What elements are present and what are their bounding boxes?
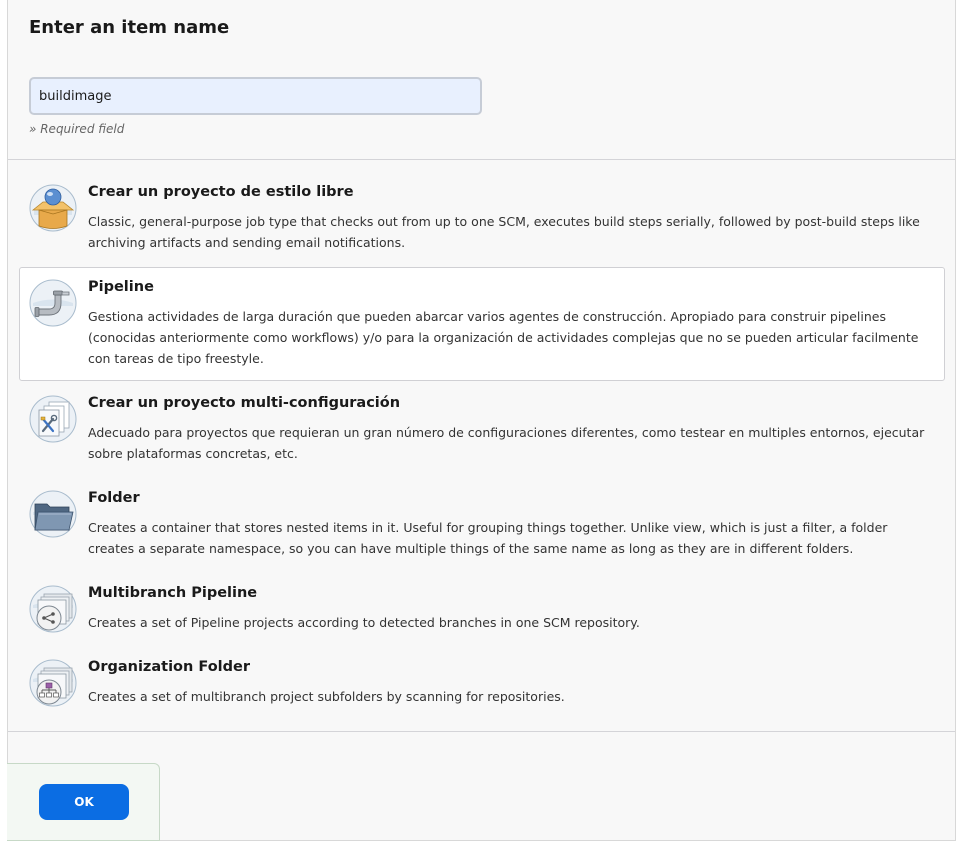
ok-button[interactable]: OK (39, 784, 129, 820)
multibranch-icon (29, 585, 77, 633)
new-item-panel: Enter an item name » Required field Crea… (7, 0, 956, 841)
item-type-organization-folder[interactable]: Organization Folder Creates a set of mul… (19, 647, 945, 717)
organization-folder-icon (29, 659, 77, 707)
footer-divider (8, 731, 955, 732)
pipe-icon (29, 279, 77, 327)
folder-icon (29, 490, 77, 538)
item-type-pipeline[interactable]: Pipeline Gestiona actividades de larga d… (19, 267, 945, 381)
required-field-hint: » Required field (29, 122, 125, 136)
freestyle-box-icon (29, 184, 77, 232)
item-type-description: Classic, general-purpose job type that c… (88, 214, 920, 250)
item-type-description: Gestiona actividades de larga duración q… (88, 309, 919, 366)
item-type-name: Pipeline (88, 279, 154, 295)
item-type-description: Creates a set of multibranch project sub… (88, 689, 565, 704)
multi-config-icon (29, 395, 77, 443)
item-type-freestyle[interactable]: Crear un proyecto de estilo libre Classi… (19, 172, 945, 262)
item-type-name: Crear un proyecto multi-configuración (88, 395, 401, 411)
item-type-description: Adecuado para proyectos que requieran un… (88, 425, 925, 461)
item-type-name: Folder (88, 490, 140, 506)
item-type-name: Multibranch Pipeline (88, 585, 258, 601)
item-type-multi-configuration[interactable]: Crear un proyecto multi-configuración Ad… (19, 383, 945, 473)
page-title: Enter an item name (29, 17, 230, 38)
item-name-section: Enter an item name » Required field (8, 0, 955, 160)
item-name-input[interactable] (29, 77, 482, 115)
item-type-multibranch-pipeline[interactable]: Multibranch Pipeline Creates a set of Pi… (19, 573, 945, 643)
item-type-description: Creates a set of Pipeline projects accor… (88, 615, 640, 630)
item-type-folder[interactable]: Folder Creates a container that stores n… (19, 478, 945, 568)
item-type-description: Creates a container that stores nested i… (88, 520, 888, 556)
item-type-name: Organization Folder (88, 659, 251, 675)
item-type-name: Crear un proyecto de estilo libre (88, 184, 354, 200)
